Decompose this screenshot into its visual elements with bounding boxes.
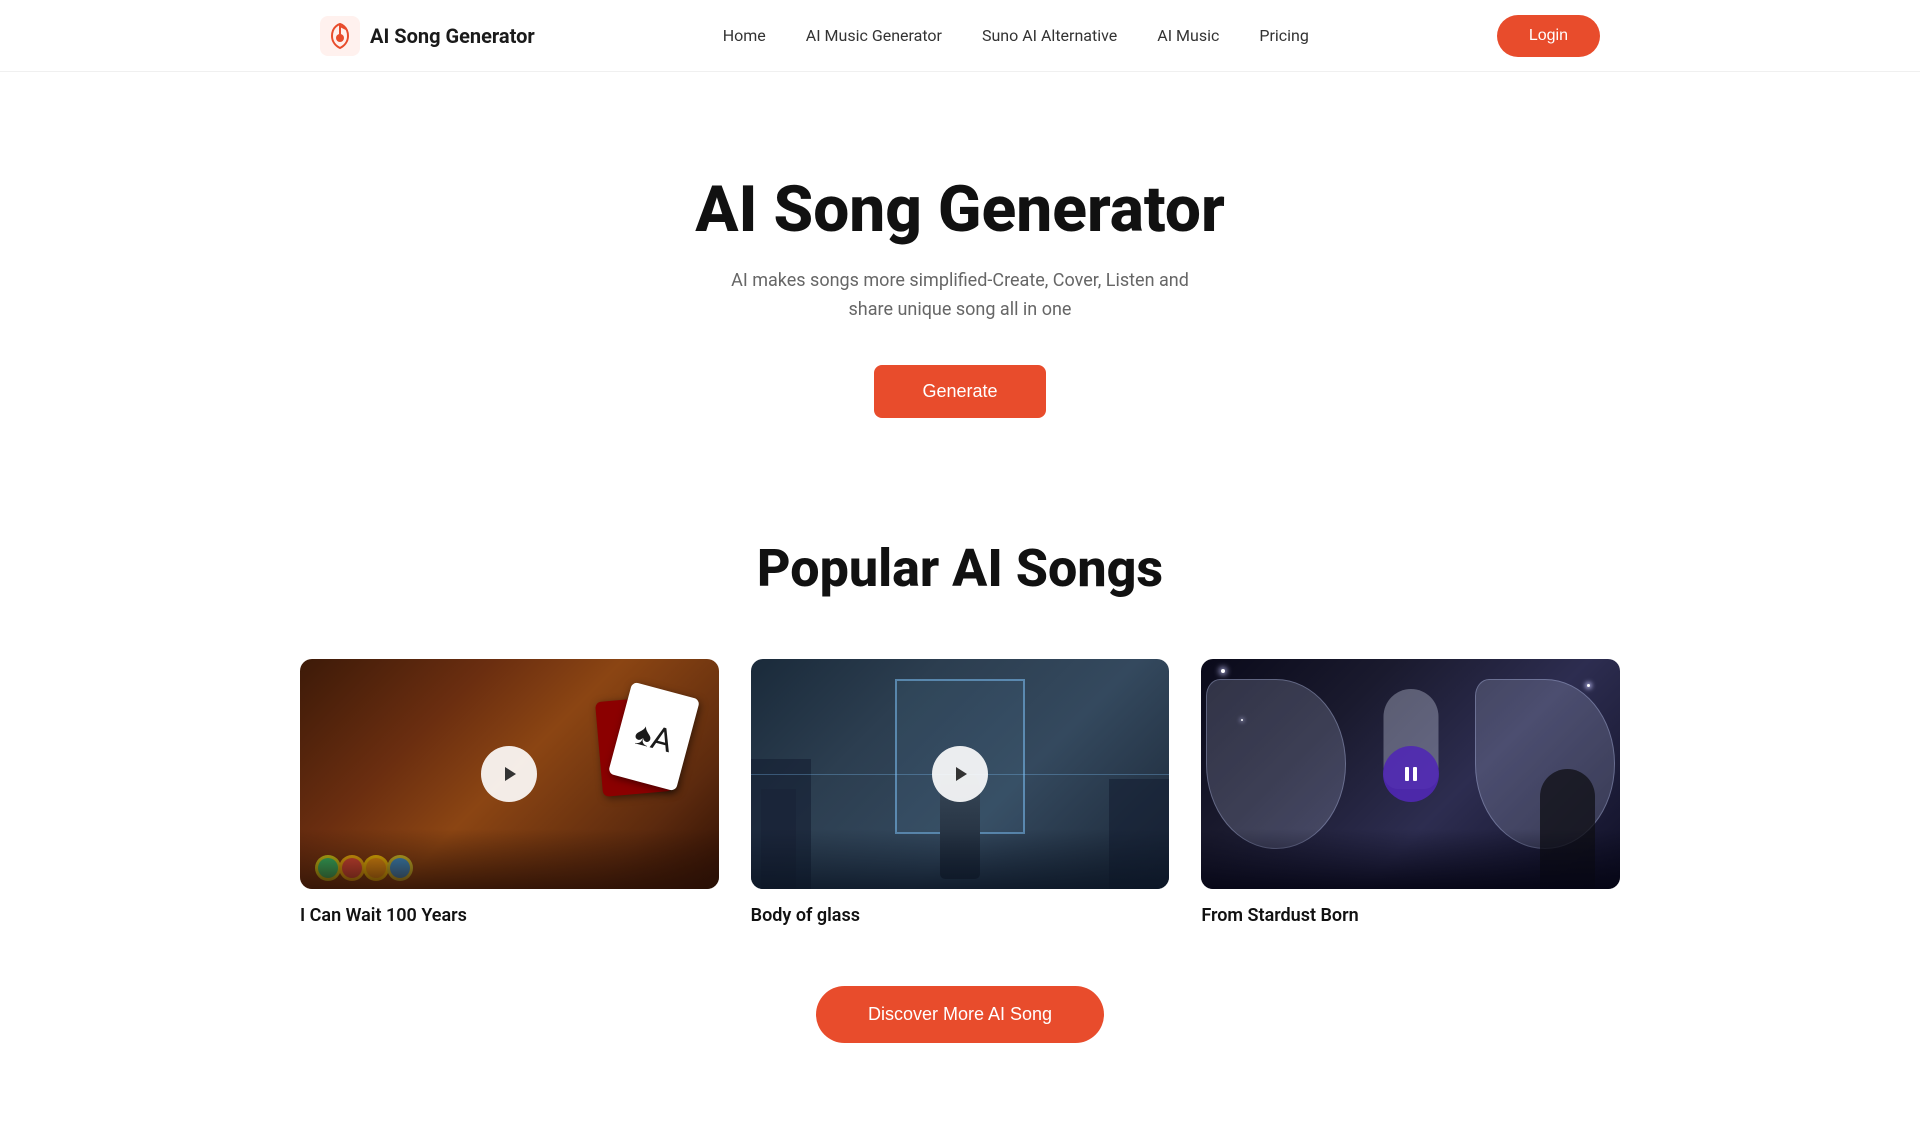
gradient-overlay-1 [300,829,719,889]
nav-links: Home AI Music Generator Suno AI Alternat… [723,26,1309,45]
logo-area[interactable]: AI Song Generator [320,16,535,56]
gradient-overlay-2 [751,829,1170,889]
song-card-2[interactable]: Body of glass [751,659,1170,926]
song-card-1[interactable]: ♠A I Can Wait 100 Y [300,659,719,926]
brand-name: AI Song Generator [370,24,535,48]
song-title-2: Body of glass [751,905,1170,926]
song-bg-casino: ♠A [300,659,719,889]
wing-left [1206,679,1346,849]
nav-ai-music[interactable]: AI Music [1157,26,1219,45]
song-title-3: From Stardust Born [1201,905,1620,926]
star-2 [1587,684,1590,687]
discover-more-button[interactable]: Discover More AI Song [816,986,1104,1043]
generate-button[interactable]: Generate [874,365,1045,418]
popular-songs-section: Popular AI Songs ♠A [0,498,1920,1123]
nav-suno-alternative[interactable]: Suno AI Alternative [982,26,1117,45]
nav-ai-music-generator[interactable]: AI Music Generator [806,26,942,45]
logo-icon [320,16,360,56]
songs-grid: ♠A I Can Wait 100 Y [0,659,1920,926]
hero-section: AI Song Generator AI makes songs more si… [0,72,1920,498]
star-1 [1221,669,1225,673]
song-thumbnail-3 [1201,659,1620,889]
song-card-3[interactable]: From Stardust Born [1201,659,1620,926]
pause-button-3[interactable] [1383,746,1439,802]
nav-pricing[interactable]: Pricing [1259,26,1309,45]
play-button-1[interactable] [481,746,537,802]
login-button[interactable]: Login [1497,15,1600,57]
song-thumbnail-1: ♠A [300,659,719,889]
hero-title: AI Song Generator [0,172,1920,247]
song-bg-fantasy [1201,659,1620,889]
gradient-overlay-3 [1201,829,1620,889]
song-bg-urban [751,659,1170,889]
popular-section-title: Popular AI Songs [0,538,1920,599]
navbar: AI Song Generator Home AI Music Generato… [0,0,1920,72]
play-button-2[interactable] [932,746,988,802]
ace-card-decoration: ♠A [608,681,700,791]
song-thumbnail-2 [751,659,1170,889]
nav-home[interactable]: Home [723,26,766,45]
song-title-1: I Can Wait 100 Years [300,905,719,926]
hero-subtitle: AI makes songs more simplified-Create, C… [0,267,1920,325]
